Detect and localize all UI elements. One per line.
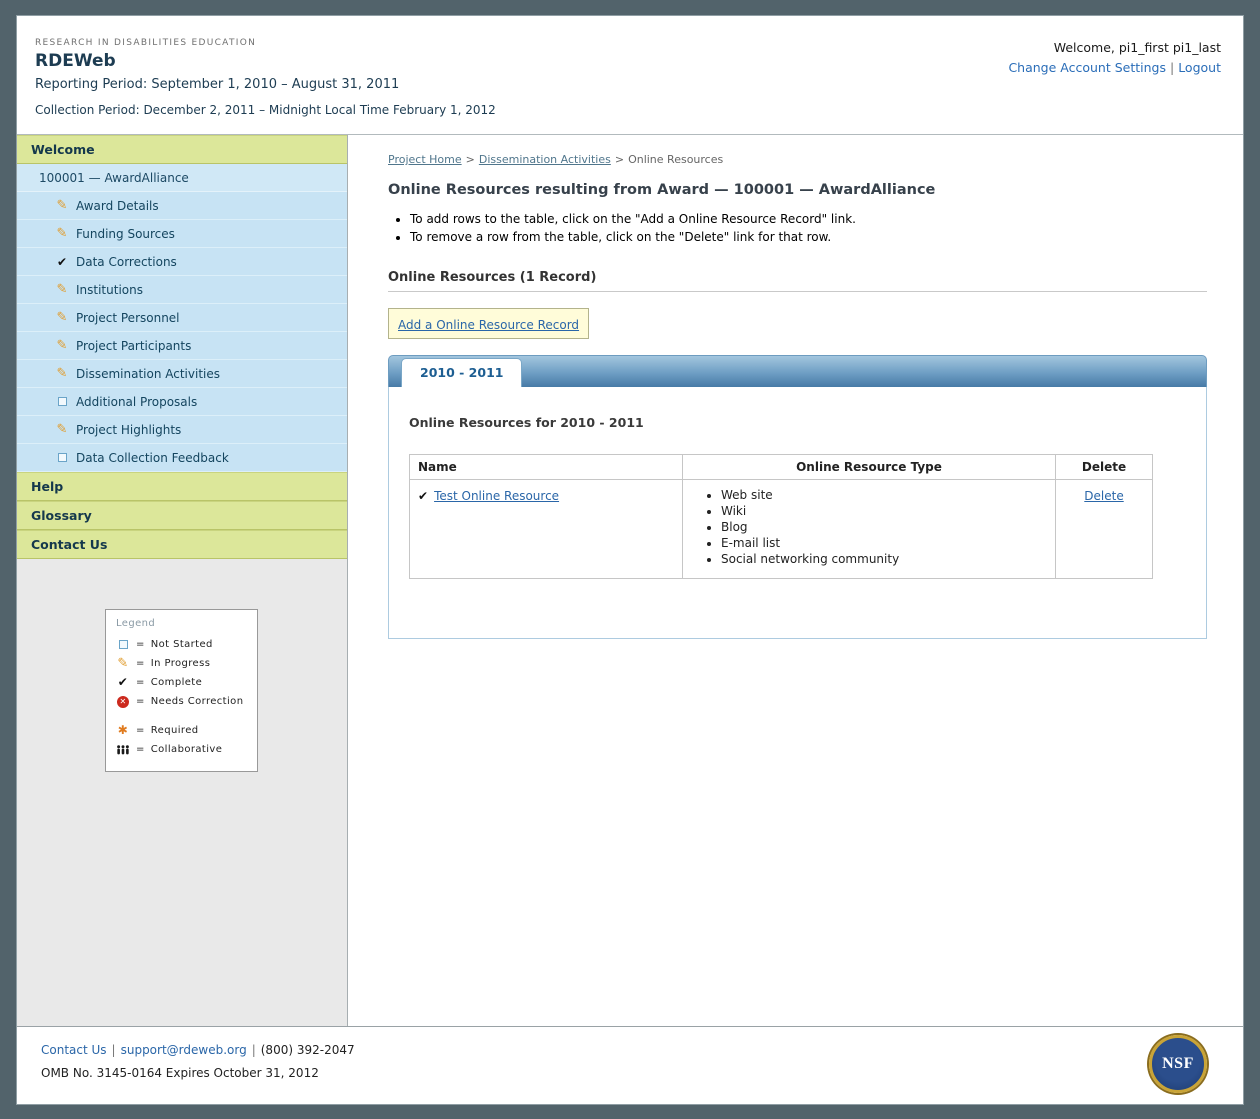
footer-contact-line: Contact Us|support@rdeweb.org|(800) 392-… [41,1043,1219,1057]
instruction-add: To add rows to the table, click on the "… [410,212,1223,226]
sidebar-item-label: Dissemination Activities [76,367,220,381]
legend-item-collaborative: = Collaborative [116,740,247,759]
legend-item-complete: = Complete [116,673,247,692]
legend: Legend = Not Started = In Progress = [105,609,258,772]
page: RESEARCH IN DISABILITIES EDUCATION RDEWe… [16,15,1244,1105]
sidebar-item-label: Data Corrections [76,255,177,269]
collaborative-people-icon [116,744,130,756]
footer-phone: (800) 392-2047 [261,1043,355,1057]
not-started-checkbox-icon [55,453,69,462]
sidebar-item-label: Funding Sources [76,227,175,241]
section-title: Online Resources (1 Record) [388,270,1207,292]
welcome-user: Welcome, pi1_first pi1_last [1008,40,1221,55]
footer-omb-line: OMB No. 3145-0164 Expires October 31, 20… [41,1066,1219,1080]
tab-panel: Online Resources for 2010 - 2011 Name On… [388,387,1207,639]
footer-email-link[interactable]: support@rdeweb.org [121,1043,247,1057]
sidebar-item-label: Project Participants [76,339,191,353]
instruction-remove: To remove a row from the table, click on… [410,230,1223,244]
resource-name-cell: Test Online Resource [410,480,683,579]
sidebar-item-award-details[interactable]: Award Details [17,192,347,220]
sidebar-item-award[interactable]: 100001 — AwardAlliance [17,164,347,192]
instructions-list: To add rows to the table, click on the "… [388,212,1223,244]
column-header-name: Name [410,455,683,480]
legend-item-not-started: = Not Started [116,635,247,654]
not-started-checkbox-icon [55,397,69,406]
legend-title: Legend [116,618,247,629]
main-content: Project Home>Dissemination Activities>On… [348,135,1243,1026]
required-asterisk-icon [116,721,130,740]
in-progress-pencil-icon [55,226,69,241]
body: Welcome 100001 — AwardAlliance Award Det… [17,134,1243,1026]
resource-name-link[interactable]: Test Online Resource [434,489,559,503]
complete-check-icon [116,673,130,692]
collection-period: Collection Period: December 2, 2011 – Mi… [35,103,1223,117]
breadcrumb-dissemination-activities-link[interactable]: Dissemination Activities [479,153,611,166]
logout-link[interactable]: Logout [1178,60,1221,75]
nsf-logo: NSF [1149,1035,1207,1093]
sidebar-item-glossary[interactable]: Glossary [17,501,347,530]
sidebar-item-help[interactable]: Help [17,472,347,501]
header: RESEARCH IN DISABILITIES EDUCATION RDEWe… [17,16,1243,134]
delete-row-link[interactable]: Delete [1084,489,1123,503]
legend-item-in-progress: = In Progress [116,654,247,673]
complete-check-icon [418,489,428,503]
add-record-box: Add a Online Resource Record [388,308,589,339]
year-tab-module: 2010 - 2011 Online Resources for 2010 - … [388,355,1207,639]
not-started-checkbox-icon [116,640,130,649]
in-progress-pencil-icon [116,654,130,673]
tab-bar: 2010 - 2011 [388,355,1207,387]
column-header-type: Online Resource Type [683,455,1056,480]
sidebar-item-label: Institutions [76,283,143,297]
sidebar-item-project-personnel[interactable]: Project Personnel [17,304,347,332]
in-progress-pencil-icon [55,198,69,213]
sidebar-item-institutions[interactable]: Institutions [17,276,347,304]
sidebar-item-data-corrections[interactable]: Data Corrections [17,248,347,276]
sidebar-item-project-highlights[interactable]: Project Highlights [17,416,347,444]
reporting-period: Reporting Period: September 1, 2010 – Au… [35,77,1223,92]
sidebar-item-welcome[interactable]: Welcome [17,135,347,164]
sidebar-item-label: Project Highlights [76,423,181,437]
in-progress-pencil-icon [55,422,69,437]
resource-type-cell: Web site Wiki Blog E-mail list Social ne… [683,480,1056,579]
online-resources-table: Name Online Resource Type Delete Test On… [409,454,1153,579]
breadcrumb: Project Home>Dissemination Activities>On… [388,153,1223,166]
legend-item-needs-correction: = Needs Correction [116,692,247,711]
sidebar-item-dissemination-activities[interactable]: Dissemination Activities [17,360,347,388]
needs-correction-icon [116,696,130,708]
complete-check-icon [55,255,69,269]
delete-cell: Delete [1056,480,1153,579]
add-online-resource-record-link[interactable]: Add a Online Resource Record [398,318,579,332]
in-progress-pencil-icon [55,282,69,297]
sidebar-item-data-collection-feedback[interactable]: Data Collection Feedback [17,444,347,472]
sidebar-item-label: Data Collection Feedback [76,451,229,465]
sidebar-item-additional-proposals[interactable]: Additional Proposals [17,388,347,416]
change-account-settings-link[interactable]: Change Account Settings [1008,60,1166,75]
sidebar-item-label: Additional Proposals [76,395,197,409]
sidebar: Welcome 100001 — AwardAlliance Award Det… [17,135,348,1026]
sidebar-item-contact-us[interactable]: Contact Us [17,530,347,559]
breadcrumb-current: Online Resources [628,153,723,166]
page-frame: RESEARCH IN DISABILITIES EDUCATION RDEWe… [0,0,1260,1119]
column-header-delete: Delete [1056,455,1153,480]
resource-type-list: Web site Wiki Blog E-mail list Social ne… [691,488,1047,566]
breadcrumb-project-home-link[interactable]: Project Home [388,153,462,166]
sidebar-item-label: Award Details [76,199,159,213]
in-progress-pencil-icon [55,310,69,325]
panel-title: Online Resources for 2010 - 2011 [409,415,1186,430]
header-account-area: Welcome, pi1_first pi1_last Change Accou… [1008,40,1221,75]
table-row: Test Online Resource Web site Wiki Blog … [410,480,1153,579]
sidebar-item-project-participants[interactable]: Project Participants [17,332,347,360]
footer-contact-us-link[interactable]: Contact Us [41,1043,107,1057]
sidebar-item-funding-sources[interactable]: Funding Sources [17,220,347,248]
legend-item-required: = Required [116,721,247,740]
account-links-divider: | [1170,60,1174,75]
page-title: Online Resources resulting from Award — … [388,182,1223,198]
in-progress-pencil-icon [55,338,69,353]
sidebar-item-label: Project Personnel [76,311,180,325]
tab-2010-2011[interactable]: 2010 - 2011 [401,358,522,387]
in-progress-pencil-icon [55,366,69,381]
footer: Contact Us|support@rdeweb.org|(800) 392-… [17,1026,1243,1104]
